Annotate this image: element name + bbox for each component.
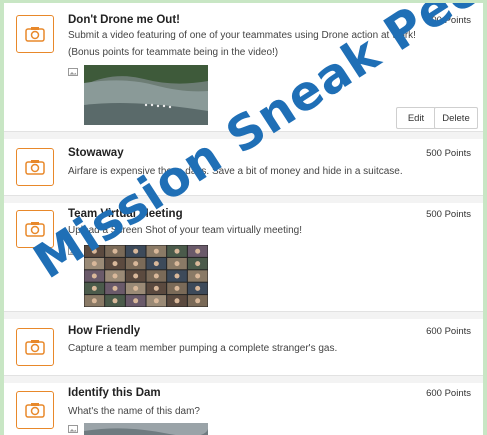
meeting-screenshot-thumbnail[interactable] — [84, 245, 208, 307]
mission-points: 500 Points — [426, 15, 471, 26]
mission-points: 500 Points — [426, 148, 471, 159]
mission-description: Upload a Screen Shot of your team virtua… — [68, 225, 303, 236]
camera-icon — [16, 210, 54, 248]
mission-card[interactable]: Stowaway 500 Points Airfare is expensive… — [4, 139, 483, 196]
camera-icon — [16, 15, 54, 53]
camera-icon — [16, 148, 54, 186]
mission-title: Identify this Dam — [68, 387, 161, 399]
mission-title: How Friendly — [68, 325, 141, 337]
mission-list: Don't Drone me Out! 500 Points Submit a … — [4, 3, 483, 435]
mission-description: What's the name of this dam? — [68, 406, 200, 417]
image-icon — [68, 425, 78, 433]
image-icon — [68, 68, 78, 76]
edit-button[interactable]: Edit — [396, 107, 436, 129]
mission-title: Don't Drone me Out! — [68, 14, 180, 26]
mission-description: Capture a team member pumping a complete… — [68, 343, 338, 354]
camera-icon — [16, 391, 54, 429]
mission-title: Team Virtual Meeting — [68, 208, 183, 220]
mission-description: Submit a video featuring of one of your … — [68, 30, 416, 58]
mission-title: Stowaway — [68, 147, 124, 159]
mission-card[interactable]: Don't Drone me Out! 500 Points Submit a … — [4, 3, 483, 132]
mission-points: 500 Points — [426, 209, 471, 220]
dam-photo-thumbnail[interactable] — [84, 423, 208, 435]
image-icon — [68, 247, 78, 255]
drone-video-thumbnail[interactable] — [84, 65, 208, 125]
mission-points: 600 Points — [426, 326, 471, 337]
mission-points: 600 Points — [426, 388, 471, 399]
mission-card[interactable]: Team Virtual Meeting 500 Points Upload a… — [4, 203, 483, 312]
camera-icon — [16, 328, 54, 366]
mission-card[interactable]: How Friendly 600 Points Capture a team m… — [4, 319, 483, 376]
mission-description: Airfare is expensive these days. Save a … — [68, 166, 403, 177]
delete-button[interactable]: Delete — [434, 107, 478, 129]
mission-card[interactable]: Identify this Dam 600 Points What's the … — [4, 383, 483, 435]
